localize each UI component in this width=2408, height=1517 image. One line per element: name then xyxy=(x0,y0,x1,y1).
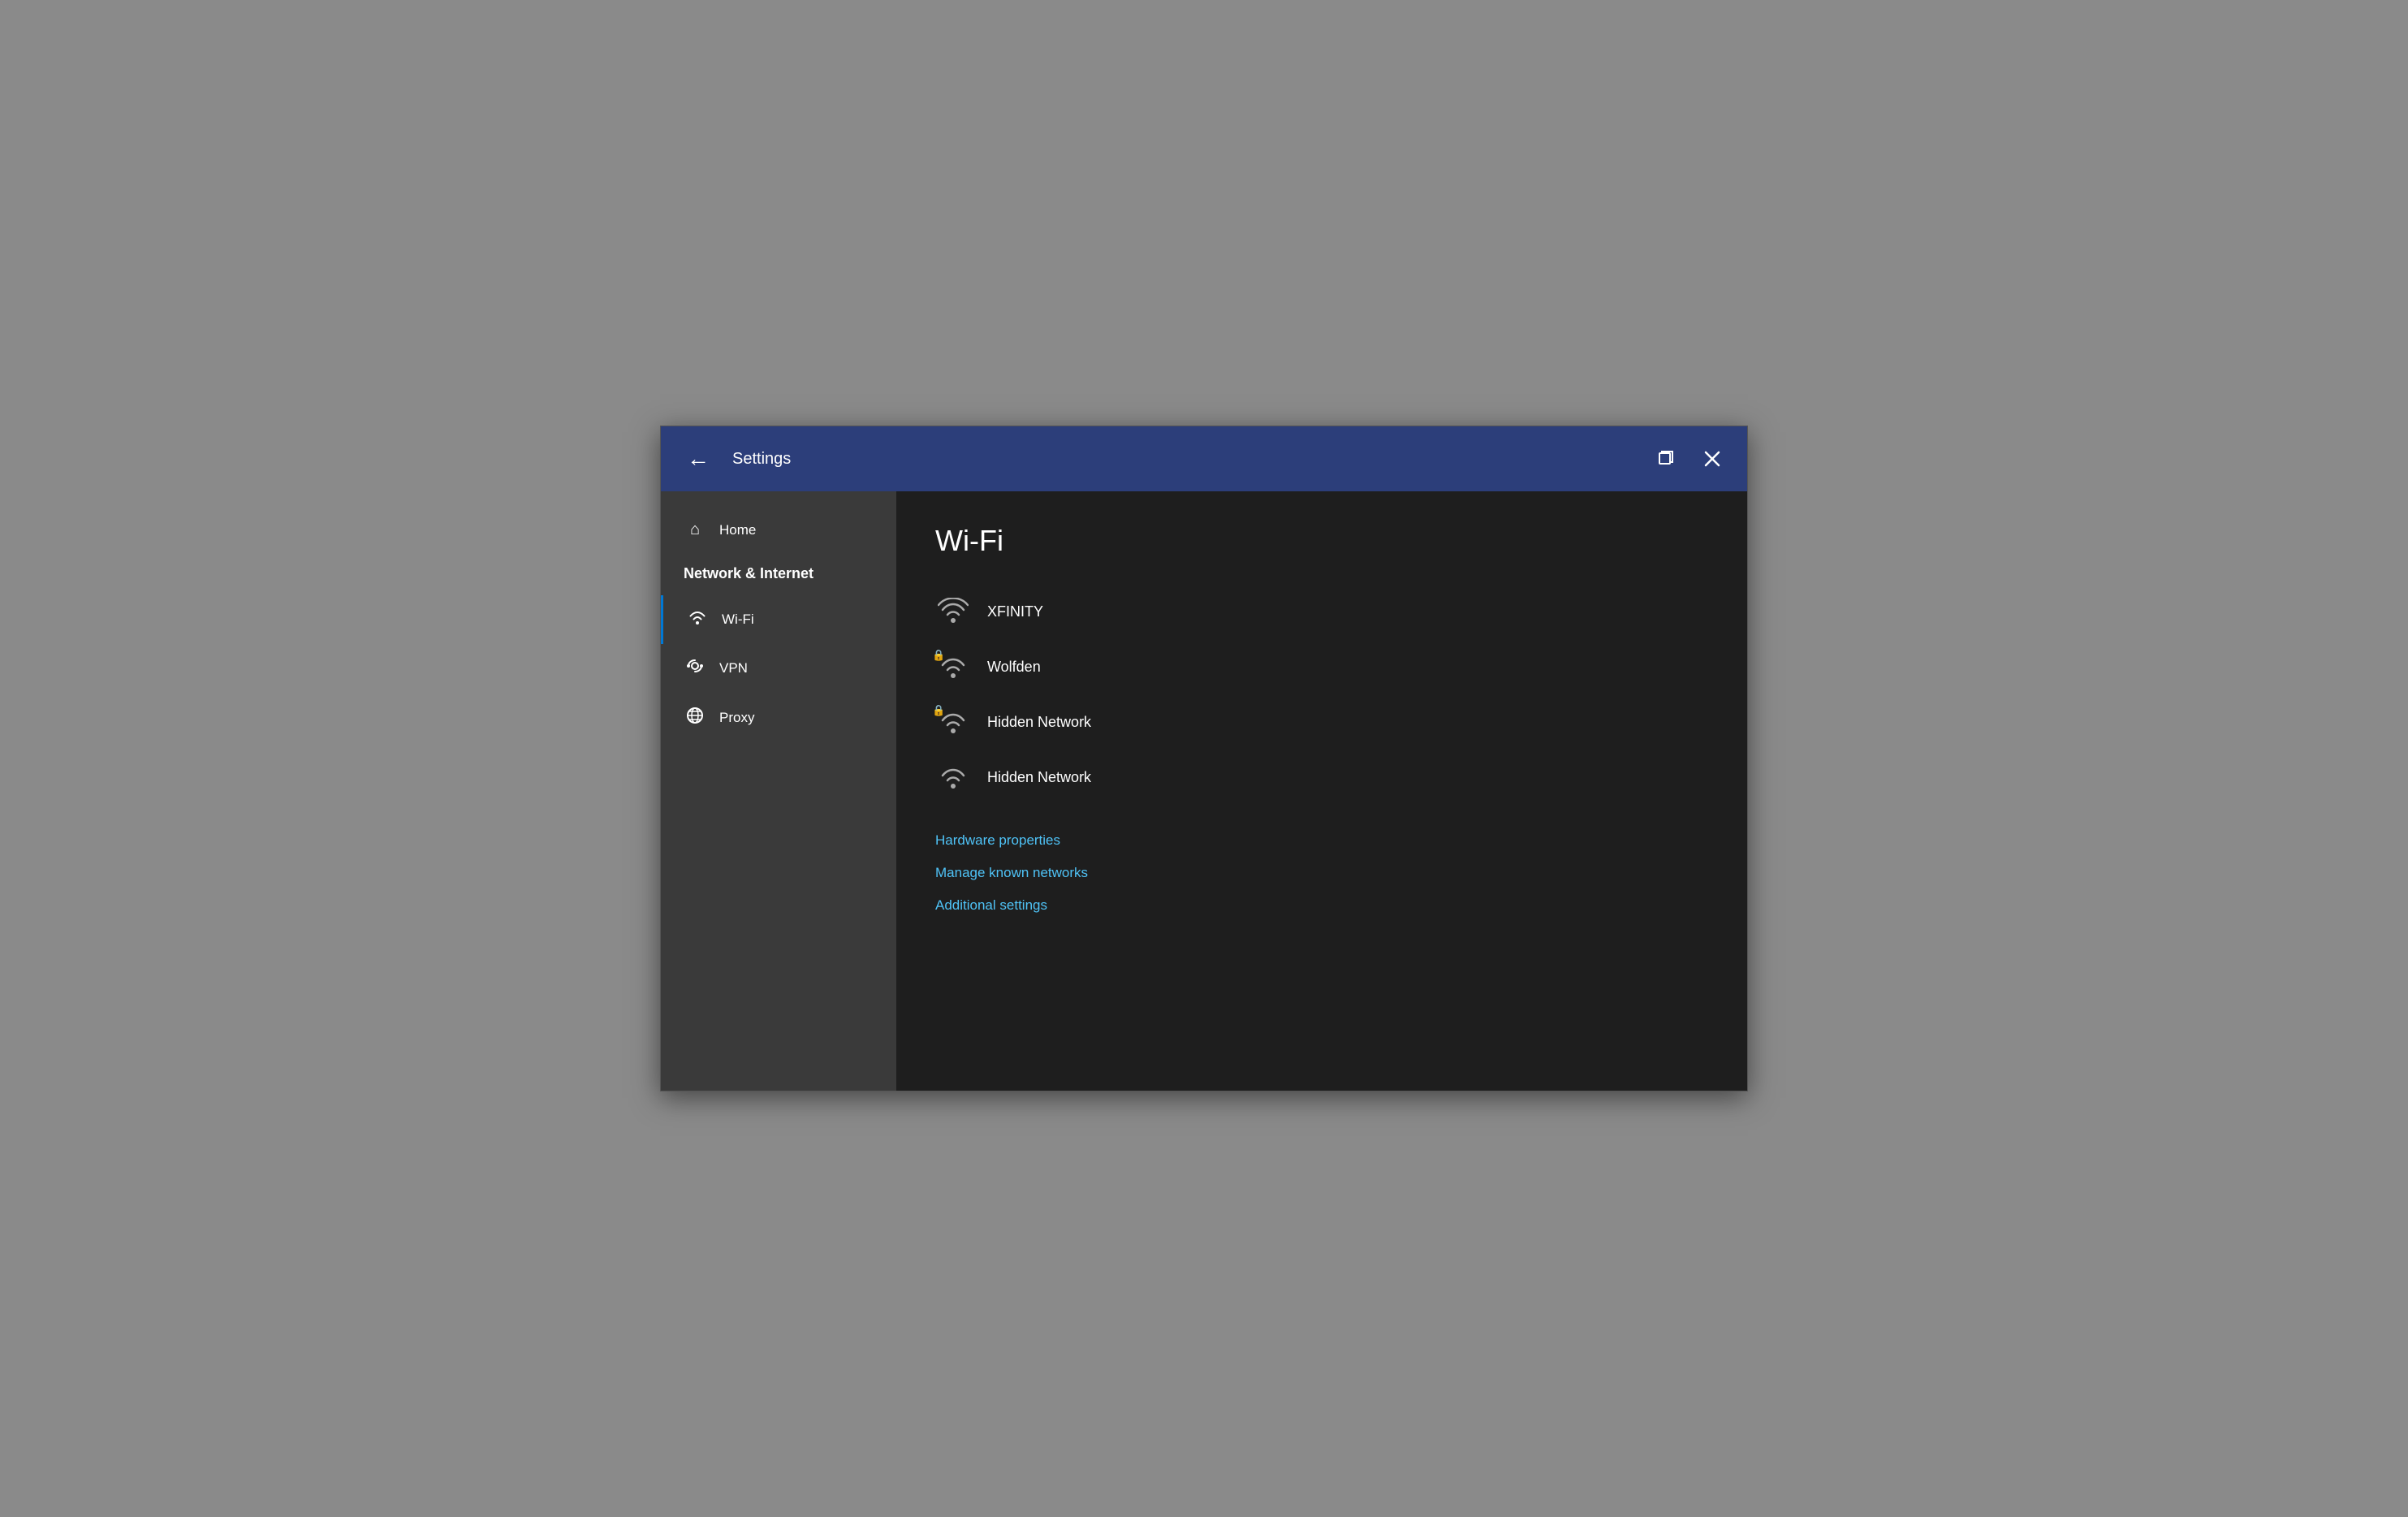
wifi-icon-wrap-hidden2 xyxy=(935,761,971,793)
network-name-xfinity: XFINITY xyxy=(987,603,1043,620)
network-name-hidden1: Hidden Network xyxy=(987,714,1091,731)
lock-icon-hidden1: 🔒 xyxy=(932,704,945,717)
hardware-properties-link[interactable]: Hardware properties xyxy=(935,828,1708,854)
restore-icon xyxy=(1656,450,1674,468)
window-body: ⌂ Home Network & Internet Wi-Fi xyxy=(661,491,1747,1091)
restore-button[interactable] xyxy=(1650,447,1681,471)
network-item-wolfden[interactable]: 🔒 Wolfden xyxy=(935,639,1708,694)
page-title: Wi-Fi xyxy=(935,524,1708,558)
settings-window: ← Settings ⌂ Home xyxy=(660,426,1748,1091)
manage-known-networks-link[interactable]: Manage known networks xyxy=(935,860,1708,886)
window-controls xyxy=(1650,447,1728,471)
wifi-nav-icon xyxy=(686,608,709,631)
sidebar: ⌂ Home Network & Internet Wi-Fi xyxy=(661,491,896,1091)
window-title: Settings xyxy=(732,450,1650,469)
network-list: XFINITY 🔒 Wolfden xyxy=(935,584,1708,805)
sidebar-vpn-label: VPN xyxy=(719,660,748,676)
network-name-hidden2: Hidden Network xyxy=(987,769,1091,786)
close-icon xyxy=(1703,450,1721,468)
wifi-signal-icon-hidden2 xyxy=(938,763,969,791)
back-button[interactable]: ← xyxy=(680,443,716,475)
vpn-icon xyxy=(684,657,706,680)
titlebar: ← Settings xyxy=(661,426,1747,491)
proxy-icon xyxy=(684,706,706,730)
sidebar-item-vpn[interactable]: VPN xyxy=(661,644,896,693)
sidebar-wifi-label: Wi-Fi xyxy=(722,612,754,628)
sidebar-item-proxy[interactable]: Proxy xyxy=(661,693,896,743)
sidebar-item-home[interactable]: ⌂ Home xyxy=(661,508,896,552)
close-button[interactable] xyxy=(1697,447,1728,471)
network-item-xfinity[interactable]: XFINITY xyxy=(935,584,1708,639)
network-item-hidden1[interactable]: 🔒 Hidden Network xyxy=(935,694,1708,750)
network-name-wolfden: Wolfden xyxy=(987,659,1041,676)
sidebar-section-network: Network & Internet xyxy=(661,552,896,595)
links-section: Hardware properties Manage known network… xyxy=(935,828,1708,918)
wifi-icon-wrap-wolfden: 🔒 xyxy=(935,650,971,683)
additional-settings-link[interactable]: Additional settings xyxy=(935,892,1708,918)
network-item-hidden2[interactable]: Hidden Network xyxy=(935,750,1708,805)
sidebar-proxy-label: Proxy xyxy=(719,710,754,726)
wifi-icon-wrap-hidden1: 🔒 xyxy=(935,706,971,738)
sidebar-item-wifi[interactable]: Wi-Fi xyxy=(661,595,896,644)
sidebar-home-label: Home xyxy=(719,522,756,538)
wifi-signal-icon-xfinity xyxy=(938,598,969,625)
home-icon: ⌂ xyxy=(684,521,706,539)
wifi-icon-wrap-xfinity xyxy=(935,595,971,628)
lock-icon-wolfden: 🔒 xyxy=(932,649,945,662)
main-content: Wi-Fi XFINITY xyxy=(896,491,1747,1091)
sidebar-section-label: Network & Internet xyxy=(684,565,813,582)
